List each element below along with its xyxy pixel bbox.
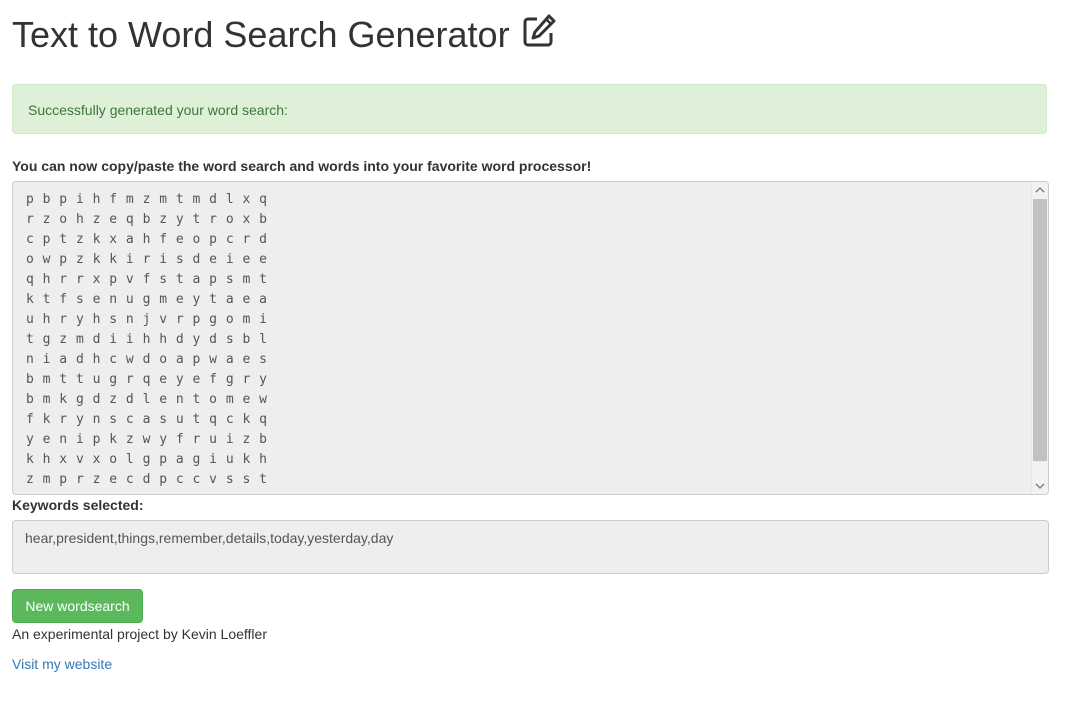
website-link[interactable]: Visit my website [12,655,112,673]
grid-row: k h x v x o l g p a g i u k h [26,452,268,467]
credit-text: An experimental project by Kevin Loeffle… [12,626,267,642]
scroll-thumb[interactable] [1033,199,1047,461]
grid-row: f k r y n s c a s u t q c k q [26,412,268,427]
page-title: Text to Word Search Generator [12,14,510,55]
grid-row: n i a d h c w d o a p w a e s [26,352,268,367]
wordsearch-grid: p b p i h f m z m t m d l x q r z o h z e… [26,190,267,490]
keywords-value: hear,president,things,remember,details,t… [25,530,394,546]
success-alert: Successfully generated your word search: [12,84,1047,134]
edit-icon [522,14,556,48]
keywords-label: Keywords selected: [12,497,144,513]
grid-row: y e n i p k z w y f r u i z b [26,432,268,447]
alert-message: Successfully generated your word search: [28,102,288,118]
instructions-text: You can now copy/paste the word search a… [12,158,592,174]
grid-scrollbar[interactable] [1031,182,1048,494]
grid-row: t g z m d i i h h d y d s b l [26,332,268,347]
grid-row: c p t z k x a h f e o p c r d [26,232,268,247]
grid-row: b m t t u g r q e y e f g r y [26,372,268,387]
page-header: Text to Word Search Generator [12,10,556,60]
grid-row: b m k g d z d l e n t o m e w [26,392,268,407]
grid-row: o w p z k k i r i s d e i e e [26,252,268,267]
grid-row: q h r r x p v f s t a p s m t [26,272,268,287]
new-wordsearch-button[interactable]: New wordsearch [12,589,143,623]
grid-row: r z o h z e q b z y t r o x b [26,212,268,227]
scroll-down-icon[interactable] [1032,478,1048,494]
scroll-up-icon[interactable] [1032,182,1048,198]
grid-row: z m p r z e c d p c c v s s t [26,472,268,487]
grid-row: u h r y h s n j v r p g o m i [26,312,268,327]
wordsearch-textarea[interactable]: p b p i h f m z m t m d l x q r z o h z e… [12,181,1049,495]
grid-row: k t f s e n u g m e y t a e a [26,292,268,307]
grid-row: p b p i h f m z m t m d l x q [26,192,268,207]
keywords-textarea[interactable]: hear,president,things,remember,details,t… [12,520,1049,574]
